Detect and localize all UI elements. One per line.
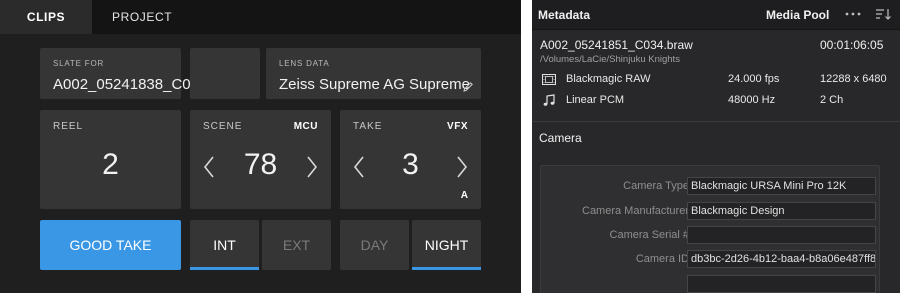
slate-panel: CLIPS PROJECT SLATE FOR A002_05241838_C0…: [0, 0, 521, 293]
int-label: INT: [213, 237, 236, 253]
scene-card: SCENE MCU 78: [190, 110, 331, 209]
camera-fields-group: Camera Type Blackmagic URSA Mini Pro 12K…: [540, 165, 880, 293]
panel-divider: [521, 0, 532, 293]
pencil-icon[interactable]: [462, 80, 474, 92]
next-field-partial: [541, 275, 881, 293]
reel-label: REEL: [53, 121, 84, 132]
next-field-input[interactable]: [687, 275, 876, 293]
scene-increment-chevron-right-icon[interactable]: [302, 154, 320, 180]
scene-tag[interactable]: MCU: [294, 121, 318, 132]
int-selected-indicator: [190, 267, 259, 270]
slate-for-field[interactable]: SLATE FOR A002_05241838_C029: [40, 48, 207, 99]
video-info-row: Blackmagic RAW 24.000 fps 12288 x 6480: [532, 72, 900, 88]
camera-id-field: Camera ID db3bc-2d26-4b12-baa4-b8a06e487…: [541, 250, 881, 268]
sort-icon[interactable]: [875, 7, 893, 21]
tab-clips[interactable]: CLIPS: [0, 0, 92, 34]
camera-type-label: Camera Type: [623, 180, 689, 192]
film-icon: [542, 73, 556, 86]
slate-for-caption: SLATE FOR: [53, 59, 105, 68]
slate-for-value: A002_05241838_C029: [53, 76, 208, 93]
clip-name: A002_05241851_C034.braw: [540, 38, 693, 52]
metadata-panel: Metadata Media Pool A002_05241851_C034.b…: [532, 0, 900, 293]
day-button[interactable]: DAY: [340, 220, 409, 270]
camera-manufacturer-field: Camera Manufacturer Blackmagic Design: [541, 202, 881, 220]
more-options-icon[interactable]: [844, 7, 862, 21]
section-title-camera: Camera: [539, 131, 582, 145]
audio-sample-rate: 48000 Hz: [728, 94, 776, 106]
clip-info: A002_05241851_C034.braw 00:01:06:05 /Vol…: [532, 31, 900, 119]
camera-type-input[interactable]: Blackmagic URSA Mini Pro 12K: [687, 177, 876, 195]
good-take-button[interactable]: GOOD TAKE: [40, 220, 181, 270]
lens-data-value: Zeiss Supreme AG Supreme: [279, 76, 470, 93]
camera-id-label: Camera ID: [635, 253, 689, 265]
take-sub-letter[interactable]: A: [461, 190, 468, 201]
video-frame-rate: 24.000 fps: [728, 73, 780, 85]
camera-id-input[interactable]: db3bc-2d26-4b12-baa4-b8a06e487ff8: [687, 250, 876, 268]
video-resolution: 12288 x 6480: [820, 73, 887, 85]
ext-button[interactable]: EXT: [262, 220, 331, 270]
camera-manufacturer-label: Camera Manufacturer: [582, 205, 689, 217]
clip-timecode: 00:01:06:05: [820, 38, 884, 52]
clip-path: /Volumes/LaCie/Shinjuku Knights: [540, 54, 680, 65]
slate-for-field-ext: [190, 48, 260, 99]
take-tag[interactable]: VFX: [447, 121, 468, 132]
audio-codec: Linear PCM: [566, 94, 625, 106]
camera-serial-label: Camera Serial #: [609, 229, 689, 241]
take-label: TAKE: [353, 121, 383, 132]
audio-channels: 2 Ch: [820, 94, 844, 106]
lens-data-field[interactable]: LENS DATA Zeiss Supreme AG Supreme: [266, 48, 481, 99]
video-codec: Blackmagic RAW: [566, 73, 651, 85]
scene-label: SCENE: [203, 121, 243, 132]
metadata-title: Metadata: [538, 8, 591, 22]
night-selected-indicator: [412, 267, 481, 270]
section-separator: [532, 121, 900, 122]
tab-project[interactable]: PROJECT: [112, 0, 172, 34]
slate-tab-bar: CLIPS PROJECT: [0, 0, 521, 34]
take-card: TAKE VFX 3 A: [340, 110, 481, 209]
camera-serial-field: Camera Serial #: [541, 226, 881, 244]
reel-value: 2: [102, 148, 119, 181]
audio-info-row: Linear PCM 48000 Hz 2 Ch: [532, 93, 900, 109]
camera-type-field: Camera Type Blackmagic URSA Mini Pro 12K: [541, 177, 881, 195]
night-button[interactable]: NIGHT: [412, 220, 481, 270]
media-pool-button[interactable]: Media Pool: [766, 8, 829, 22]
take-increment-chevron-right-icon[interactable]: [452, 154, 470, 180]
int-button[interactable]: INT: [190, 220, 259, 270]
camera-serial-input[interactable]: [687, 226, 876, 244]
camera-manufacturer-input[interactable]: Blackmagic Design: [687, 202, 876, 220]
night-label: NIGHT: [424, 237, 469, 253]
metadata-header: Metadata Media Pool: [532, 0, 900, 30]
lens-data-caption: LENS DATA: [279, 59, 330, 68]
music-note-icon: [542, 94, 556, 107]
reel-card[interactable]: REEL 2: [40, 110, 181, 209]
